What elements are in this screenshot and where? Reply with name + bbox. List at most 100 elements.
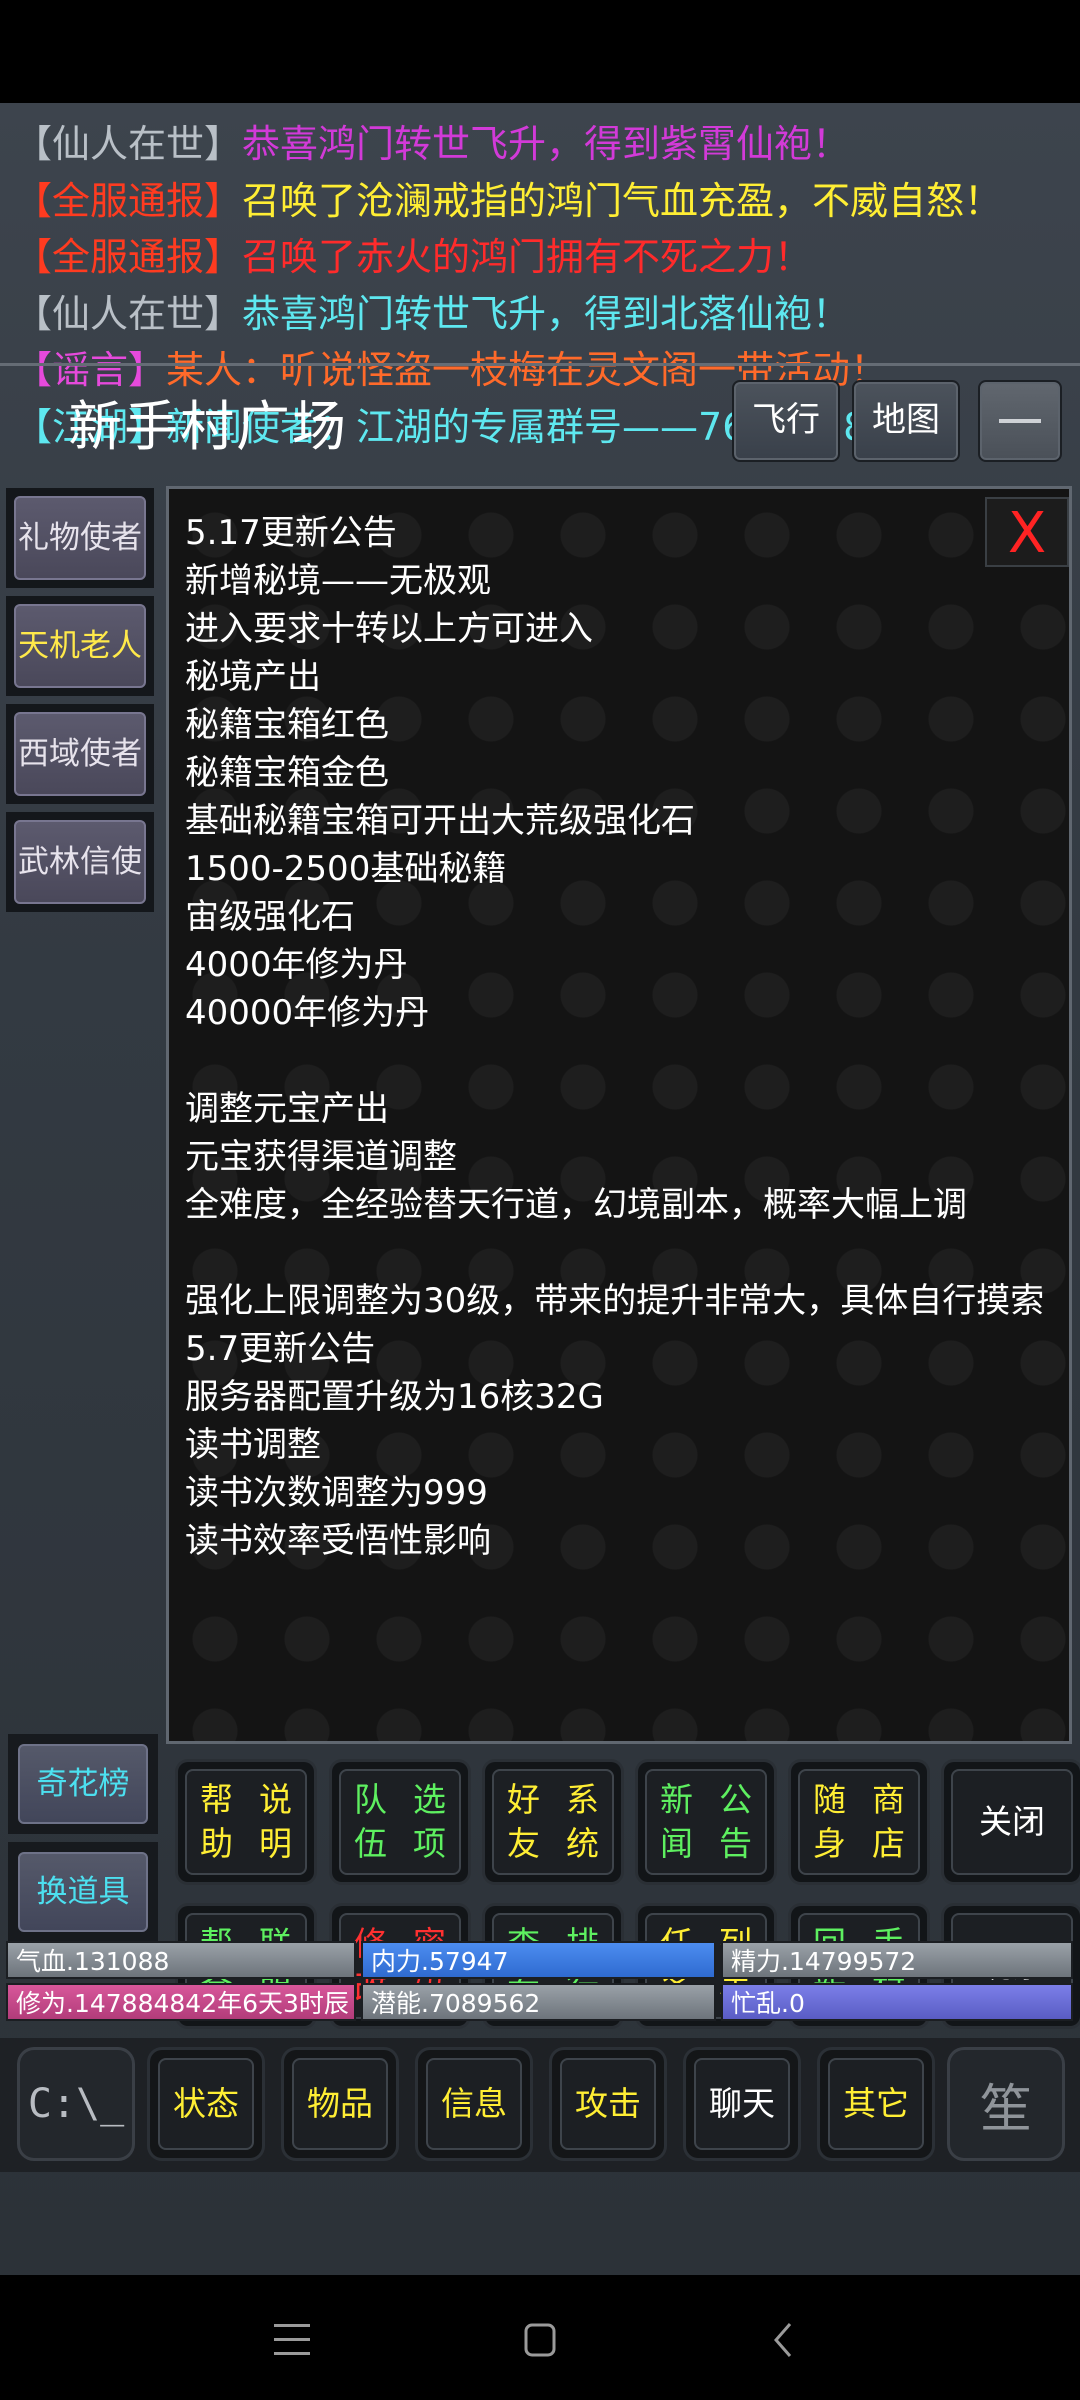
terminal-icon: C:\_	[27, 2081, 125, 2127]
close-panel-button[interactable]: X	[985, 497, 1069, 567]
flower-ranking-button[interactable]: 奇花榜	[8, 1734, 158, 1834]
location-title: 新手村广场	[68, 395, 348, 458]
broadcast-text: 召唤了赤火的鸿门拥有不死之力！	[242, 235, 813, 279]
mp-bar: 内力.57947	[361, 1941, 716, 1979]
tab-status[interactable]: 状态	[150, 2050, 262, 2158]
announcement-line: 基础秘籍宝箱可开出大荒级强化石	[185, 801, 695, 841]
npc-tianji-elder[interactable]: 天机老人	[6, 596, 154, 696]
potential-bar: 潜能.7089562	[361, 1983, 716, 2021]
label-line-1: 好友	[507, 1780, 540, 1863]
minimize-button[interactable]	[978, 380, 1062, 462]
announcement-line: 读书调整	[185, 1425, 321, 1465]
announcement-panel: 5.17更新公告 新增秘境——无极观 进入要求十转以上方可进入 秘境产出 秘籍宝箱红色秘…	[166, 486, 1072, 1744]
announcement-line: 秘境产出	[185, 657, 321, 697]
tab-label: 物品	[292, 2058, 388, 2150]
announcement-line: 4000年修为丹	[185, 945, 408, 985]
divider	[0, 363, 1080, 366]
broadcast-tag: 【仙人在世】	[14, 122, 243, 166]
news-button[interactable]: 新闻 公告	[638, 1762, 774, 1882]
npc-gift-envoy[interactable]: 礼物使者	[6, 488, 154, 588]
home-icon[interactable]	[510, 2310, 570, 2370]
announcement-line: 新增秘境——无极观	[185, 561, 491, 601]
announcement-line	[185, 1037, 1053, 1085]
extra-button[interactable]: 笙	[950, 2050, 1062, 2158]
label-line-1: 帮助	[200, 1780, 233, 1863]
tab-label: 状态	[158, 2058, 254, 2150]
busy-bar: 忙乱.0	[721, 1983, 1073, 2021]
label-line-1: 新闻	[660, 1780, 693, 1863]
minus-icon	[999, 419, 1041, 423]
announcement-text: 5.17更新公告 新增秘境——无极观 进入要求十转以上方可进入 秘境产出 秘籍宝箱红色秘…	[185, 509, 1053, 1565]
label-line-2: 说明	[259, 1780, 292, 1863]
game-screen: 【仙人在世】恭喜鸿门转世飞升，得到紫霄仙袍！ 【全服通报】召唤了沧澜戒指的鸿门气…	[0, 103, 1080, 2275]
tab-other[interactable]: 其它	[820, 2050, 932, 2158]
broadcast-tag: 【全服通报】	[14, 178, 243, 223]
system-nav-bar	[0, 2275, 1080, 2400]
announcement-line: 宙级强化石	[185, 897, 355, 937]
grid-button-label: 关闭	[951, 1769, 1073, 1875]
announcement-line: 读书效率受悟性影响	[185, 1521, 491, 1561]
label-line-2: 系统	[566, 1780, 599, 1863]
announcement-line: 元宝获得渠道调整	[185, 1137, 457, 1177]
label-line-2: 商店	[872, 1780, 905, 1863]
broadcast-line: 【全服通报】召唤了沧澜戒指的鸿门气血充盈，不威自怒！	[14, 173, 1074, 230]
label-line-1: 关	[979, 1802, 1012, 1841]
broadcast-text: 召唤了沧澜戒指的鸿门气血充盈，不威自怒！	[242, 178, 1003, 223]
grid-button-label: 好友 系统	[492, 1769, 614, 1875]
label-line-2: 选项	[413, 1780, 446, 1863]
shop-button[interactable]: 随身 商店	[791, 1762, 927, 1882]
npc-wulin-messenger[interactable]: 武林信使	[6, 812, 154, 912]
announcement-line: 服务器配置升级为16核32G	[185, 1377, 604, 1417]
side-button-label: 奇花榜	[18, 1744, 148, 1824]
npc-label: 武林信使	[14, 820, 146, 904]
seal-icon: 笙	[979, 2079, 1032, 2140]
tab-label: 攻击	[560, 2058, 656, 2150]
label-line-1: 随身	[813, 1780, 846, 1863]
broadcast-text: 恭喜鸿门转世飞升，得到紫霄仙袍！	[242, 122, 851, 166]
grid-button-label: 帮助 说明	[185, 1769, 307, 1875]
broadcast-tag: 【全服通报】	[14, 235, 243, 279]
side-button-label: 换道具	[18, 1852, 148, 1932]
announcement-line: 进入要求十转以上方可进入	[185, 609, 593, 649]
announcement-line: 强化上限调整为30级，带来的提升非常大，具体自行摸索	[185, 1281, 1045, 1321]
tab-label: 信息	[426, 2058, 522, 2150]
help-button[interactable]: 帮助 说明	[178, 1762, 314, 1882]
npc-label: 天机老人	[14, 604, 146, 688]
status-bar	[0, 0, 1080, 103]
broadcast-line: 【仙人在世】恭喜鸿门转世飞升，得到北落仙袍！	[14, 286, 1074, 343]
recent-apps-icon[interactable]	[266, 2310, 326, 2370]
announcement-line: 调整元宝产出	[185, 1089, 389, 1129]
announcement-line: 5.7更新公告	[185, 1329, 376, 1369]
tab-label: 其它	[828, 2058, 924, 2150]
tab-attack[interactable]: 攻击	[552, 2050, 664, 2158]
label-line-2: 闭	[1012, 1802, 1045, 1841]
friends-button[interactable]: 好友 系统	[485, 1762, 621, 1882]
broadcast-line: 【全服通报】召唤了赤火的鸿门拥有不死之力！	[14, 229, 1074, 286]
terminal-button[interactable]: C:\_	[20, 2050, 132, 2158]
grid-button-label: 随身 商店	[798, 1769, 920, 1875]
npc-label: 西域使者	[14, 712, 146, 796]
announcement-line: 全难度，全经验替天行道，幻境副本，概率大幅上调	[185, 1185, 967, 1225]
back-icon[interactable]	[756, 2310, 816, 2370]
announcement-line: 秘籍宝箱金色	[185, 753, 389, 793]
tab-chat[interactable]: 聊天	[686, 2050, 798, 2158]
exchange-item-button[interactable]: 换道具	[8, 1842, 158, 1942]
close-button[interactable]: 关闭	[944, 1762, 1080, 1882]
grid-button-label: 队伍 选项	[339, 1769, 461, 1875]
label-line-1: 队伍	[354, 1780, 387, 1863]
tab-label: 聊天	[694, 2058, 790, 2150]
team-options-button[interactable]: 队伍 选项	[332, 1762, 468, 1882]
broadcast-tag: 【仙人在世】	[14, 291, 243, 336]
announcement-line: 1500-2500基础秘籍	[185, 849, 507, 889]
announcement-line: 5.17更新公告	[185, 513, 397, 553]
fly-button[interactable]: 飞行	[732, 380, 840, 462]
announcement-line: 40000年修为丹	[185, 993, 430, 1033]
broadcast-text: 恭喜鸿门转世飞升，得到北落仙袍！	[242, 291, 851, 336]
map-button[interactable]: 地图	[852, 380, 960, 462]
sp-bar: 精力.14799572	[721, 1941, 1073, 1979]
tab-items[interactable]: 物品	[284, 2050, 396, 2158]
npc-western-envoy[interactable]: 西域使者	[6, 704, 154, 804]
broadcast-line: 【仙人在世】恭喜鸿门转世飞升，得到紫霄仙袍！	[14, 116, 1074, 173]
announcement-line	[185, 1229, 1053, 1277]
tab-info[interactable]: 信息	[418, 2050, 530, 2158]
